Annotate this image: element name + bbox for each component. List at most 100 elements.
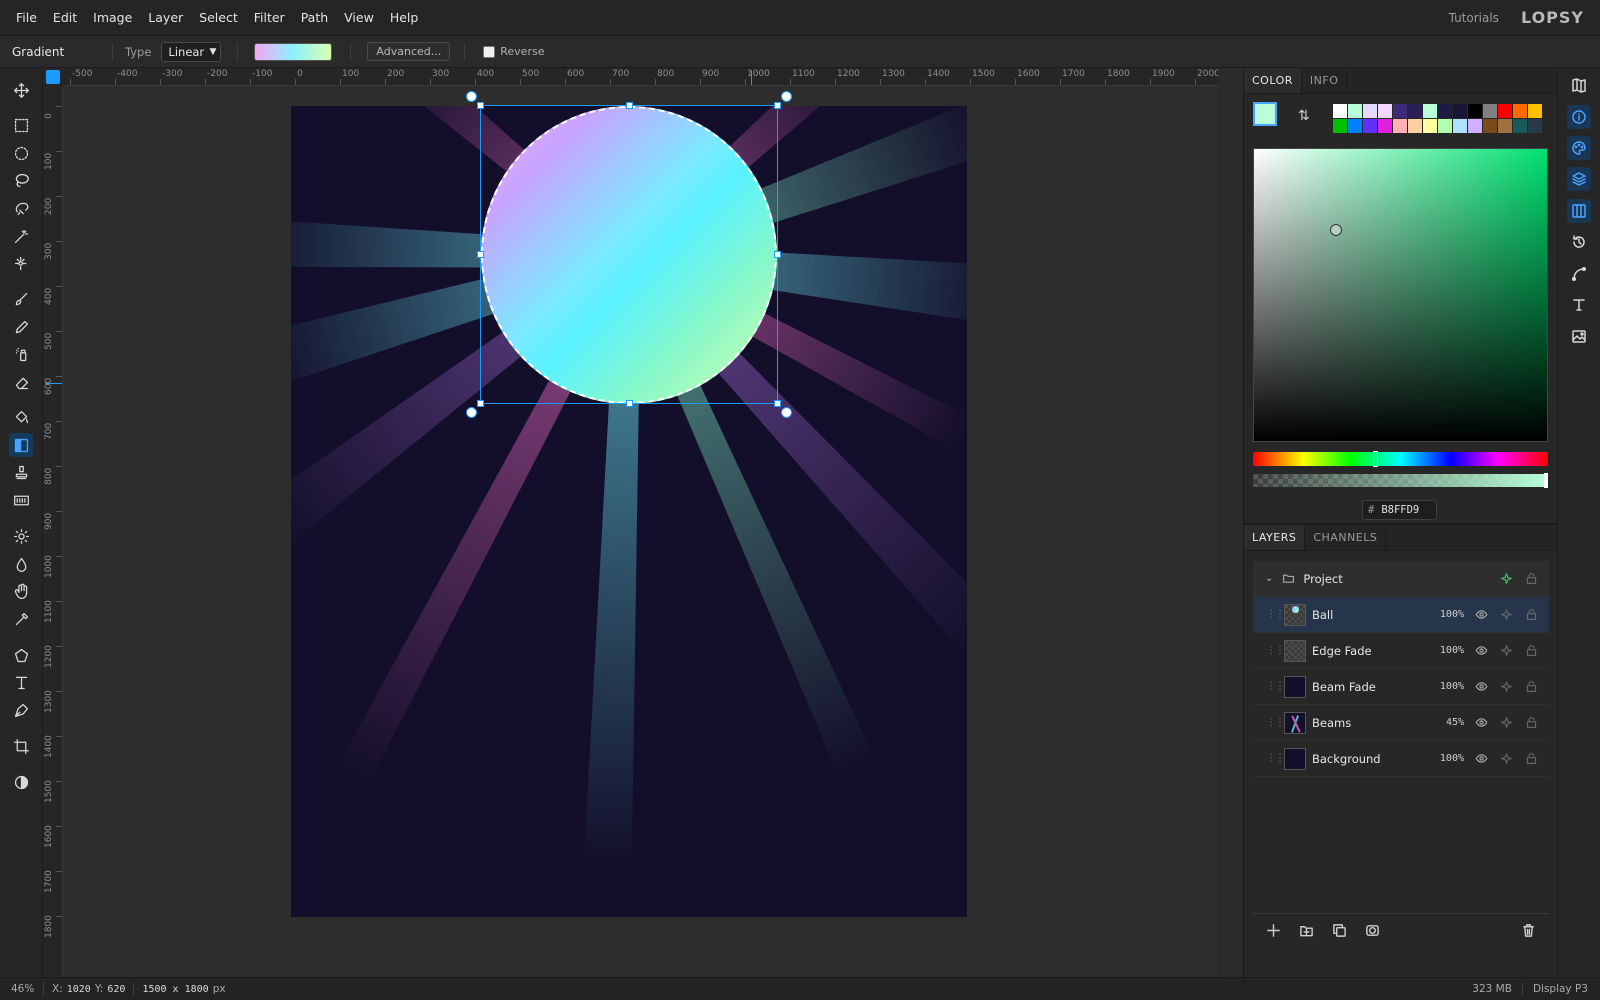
foreground-color-swatch[interactable] xyxy=(1253,102,1277,126)
visibility-eye-icon[interactable] xyxy=(1474,752,1488,766)
document-canvas[interactable] xyxy=(291,106,967,917)
color-swatch[interactable] xyxy=(1378,119,1392,133)
ellipse-select-icon[interactable] xyxy=(9,141,33,165)
layer-opacity[interactable]: 45% xyxy=(1434,717,1464,728)
magic-wand-icon[interactable] xyxy=(9,224,33,248)
menu-layer[interactable]: Layer xyxy=(140,10,191,25)
lock-icon[interactable] xyxy=(1524,716,1538,730)
pattern-icon[interactable] xyxy=(9,488,33,512)
effects-icon[interactable] xyxy=(1499,608,1513,622)
drag-handle-icon[interactable]: ⋮⋮ xyxy=(1266,717,1285,728)
color-swatch[interactable] xyxy=(1483,119,1497,133)
layer-row[interactable]: ⋮⋮ Beam Fade 100% xyxy=(1253,669,1549,705)
drag-handle-icon[interactable]: ⋮⋮ xyxy=(1266,681,1285,692)
layer-row[interactable]: ⋮⋮ Ball 100% xyxy=(1253,597,1549,633)
visibility-eye-icon[interactable] xyxy=(1474,644,1488,658)
visibility-eye-icon[interactable] xyxy=(1474,680,1488,694)
bucket-icon[interactable] xyxy=(9,405,33,429)
pen-icon[interactable] xyxy=(9,698,33,722)
tab-layers[interactable]: LAYERS xyxy=(1244,525,1306,550)
spray-icon[interactable] xyxy=(9,342,33,366)
color-swatch[interactable] xyxy=(1333,119,1347,133)
tab-color[interactable]: COLOR xyxy=(1244,68,1302,93)
alpha-slider[interactable] xyxy=(1253,473,1548,488)
effects-icon[interactable] xyxy=(1499,716,1513,730)
visibility-eye-icon[interactable] xyxy=(1474,608,1488,622)
new-group-icon[interactable] xyxy=(1297,922,1315,940)
color-swatch[interactable] xyxy=(1348,104,1362,118)
move-icon[interactable] xyxy=(9,78,33,102)
color-swatch[interactable] xyxy=(1438,119,1452,133)
hue-slider[interactable] xyxy=(1253,451,1548,467)
zoom-level[interactable]: 46% xyxy=(0,982,44,996)
horizontal-ruler[interactable]: -500 -400 -300 -200 -100 0 100 200 300 400 500 600 7… xyxy=(63,68,1218,86)
color-swatch[interactable] xyxy=(1468,104,1482,118)
gradient-preview[interactable] xyxy=(254,42,333,61)
menu-image[interactable]: Image xyxy=(85,10,140,25)
menu-select[interactable]: Select xyxy=(191,10,246,25)
brush-icon[interactable] xyxy=(9,287,33,311)
vertical-ruler[interactable]: 0 100 200 300 400 500 600 700 800 900 1000 1100 1200… xyxy=(43,86,63,977)
image-edit-icon[interactable] xyxy=(1567,324,1591,348)
color-swatch[interactable] xyxy=(1393,119,1407,133)
color-swatch[interactable] xyxy=(1498,119,1512,133)
menu-filter[interactable]: Filter xyxy=(246,10,293,25)
color-swatch[interactable] xyxy=(1453,104,1467,118)
color-swatch[interactable] xyxy=(1378,104,1392,118)
rotate-handle[interactable] xyxy=(466,91,477,102)
duplicate-layer-icon[interactable] xyxy=(1330,922,1348,940)
layer-group-row[interactable]: ⌄ Project xyxy=(1253,561,1549,597)
visibility-eye-icon[interactable] xyxy=(1474,716,1488,730)
channels-icon[interactable] xyxy=(1567,199,1591,223)
lock-icon[interactable] xyxy=(1524,608,1538,622)
add-layer-icon[interactable] xyxy=(1264,922,1282,940)
picker-cursor[interactable] xyxy=(1330,224,1342,236)
hex-input[interactable]: # B8FFD9 xyxy=(1362,500,1437,520)
contrast-icon[interactable] xyxy=(9,770,33,794)
drag-handle-icon[interactable]: ⋮⋮ xyxy=(1266,753,1285,764)
tab-channels[interactable]: CHANNELS xyxy=(1305,525,1387,550)
color-swatch[interactable] xyxy=(1423,104,1437,118)
color-swatch[interactable] xyxy=(1333,104,1347,118)
layer-opacity[interactable]: 100% xyxy=(1434,753,1464,764)
color-swatch[interactable] xyxy=(1363,119,1377,133)
color-swatch[interactable] xyxy=(1408,104,1422,118)
alpha-slider-thumb[interactable] xyxy=(1544,473,1548,488)
quick-select-icon[interactable] xyxy=(9,251,33,275)
effects-icon[interactable] xyxy=(1499,752,1513,766)
color-swatch[interactable] xyxy=(1408,119,1422,133)
menu-view[interactable]: View xyxy=(336,10,382,25)
menu-file[interactable]: File xyxy=(8,10,45,25)
mask-icon[interactable] xyxy=(1363,922,1381,940)
advanced-button[interactable]: Advanced... xyxy=(367,42,451,61)
color-swatch[interactable] xyxy=(1348,119,1362,133)
lock-icon[interactable] xyxy=(1524,752,1538,766)
lasso-icon[interactable] xyxy=(9,168,33,192)
color-profile[interactable]: Display P3 xyxy=(1521,983,1588,995)
info-icon[interactable] xyxy=(1567,105,1591,129)
hue-slider-thumb[interactable] xyxy=(1373,451,1378,467)
effects-icon[interactable] xyxy=(1499,680,1513,694)
layer-row[interactable]: ⋮⋮ Beams 45% xyxy=(1253,705,1549,741)
swap-colors-icon[interactable]: ⇅ xyxy=(1298,108,1310,124)
color-swatch[interactable] xyxy=(1363,104,1377,118)
color-swatch[interactable] xyxy=(1498,104,1512,118)
chevron-down-icon[interactable]: ⌄ xyxy=(1265,573,1273,584)
menu-help[interactable]: Help xyxy=(382,10,427,25)
layers-icon[interactable] xyxy=(1567,167,1591,191)
color-swatch[interactable] xyxy=(1513,119,1527,133)
drag-handle-icon[interactable]: ⋮⋮ xyxy=(1266,609,1285,620)
eyedropper-icon[interactable] xyxy=(9,607,33,631)
palette-icon[interactable] xyxy=(1567,136,1591,160)
color-swatch[interactable] xyxy=(1483,104,1497,118)
text-panel-icon[interactable] xyxy=(1567,293,1591,317)
gradient-icon[interactable] xyxy=(9,433,33,457)
smudge-icon[interactable] xyxy=(9,579,33,603)
shape-icon[interactable] xyxy=(9,643,33,667)
menu-edit[interactable]: Edit xyxy=(45,10,85,25)
lock-icon[interactable] xyxy=(1524,644,1538,658)
lock-icon[interactable] xyxy=(1524,680,1538,694)
crop-icon[interactable] xyxy=(9,734,33,758)
lock-icon[interactable] xyxy=(1524,572,1538,586)
dodge-icon[interactable] xyxy=(9,524,33,548)
